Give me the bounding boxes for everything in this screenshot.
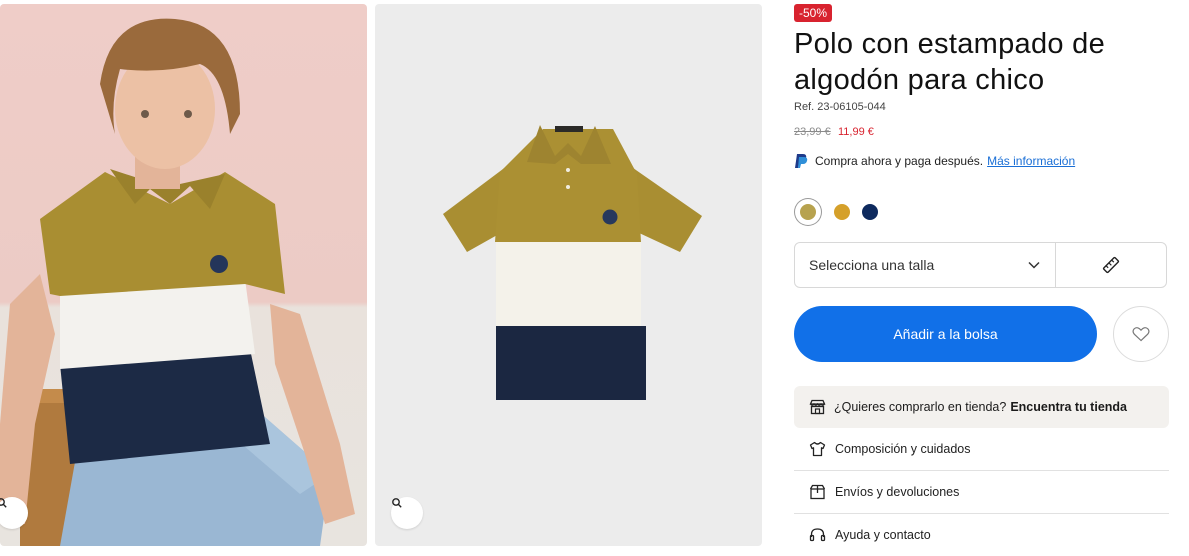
- store-finder-row[interactable]: ¿Quieres comprarlo en tienda? Encuentra …: [794, 386, 1169, 428]
- model-illustration: [0, 18, 355, 546]
- shipping-label: Envíos y devoluciones: [835, 485, 960, 499]
- shipping-returns-link[interactable]: Envíos y devoluciones: [794, 471, 1169, 513]
- color-swatch-mustard[interactable]: [834, 204, 850, 220]
- polo-illustration: [443, 125, 702, 400]
- model-photo[interactable]: [0, 4, 367, 546]
- paypal-icon: [795, 154, 808, 168]
- headset-icon: [809, 528, 826, 542]
- ruler-icon: [1102, 256, 1120, 274]
- chevron-down-icon: [1028, 261, 1040, 269]
- product-info-panel: -50% Polo con estampado de algodón para …: [794, 0, 1169, 551]
- add-to-bag-button[interactable]: Añadir a la bolsa: [794, 306, 1097, 362]
- wishlist-button[interactable]: [1113, 306, 1169, 362]
- discount-badge: -50%: [794, 4, 833, 22]
- composition-care-link[interactable]: Composición y cuidados: [794, 428, 1169, 470]
- size-placeholder: Selecciona una talla: [809, 257, 935, 273]
- help-label: Ayuda y contacto: [835, 528, 931, 542]
- color-swatch-navy[interactable]: [862, 204, 878, 220]
- tshirt-icon: [809, 441, 826, 457]
- size-select[interactable]: Selecciona una talla: [795, 243, 1056, 287]
- find-store-link[interactable]: Encuentra tu tienda: [1010, 400, 1127, 414]
- sale-price: 11,99 €: [838, 126, 874, 138]
- product-photo[interactable]: [375, 4, 762, 546]
- product-reference: Ref. 23-06105-044: [794, 101, 886, 113]
- box-icon: [809, 484, 826, 500]
- magnifier-icon: [0, 498, 7, 508]
- help-contact-link[interactable]: Ayuda y contacto: [794, 514, 1169, 556]
- heart-icon: [1132, 327, 1150, 342]
- store-question: ¿Quieres comprarlo en tienda?: [834, 400, 1007, 414]
- store-icon: [809, 399, 826, 415]
- size-selector-box: Selecciona una talla: [794, 242, 1167, 288]
- zoom-button[interactable]: [391, 497, 423, 529]
- original-price: 23,99 €: [794, 126, 831, 138]
- magnifier-icon: [392, 498, 402, 508]
- size-guide-button[interactable]: [1056, 243, 1166, 287]
- composition-label: Composición y cuidados: [835, 442, 971, 456]
- color-swatch-olive[interactable]: [800, 204, 816, 220]
- paypal-row: Compra ahora y paga después. Más informa…: [794, 152, 1075, 170]
- product-title: Polo con estampado de algodón para chico: [794, 28, 1106, 96]
- color-swatches: [794, 198, 890, 226]
- paypal-text: Compra ahora y paga después.: [815, 154, 984, 168]
- more-info-link[interactable]: Más información: [987, 154, 1075, 168]
